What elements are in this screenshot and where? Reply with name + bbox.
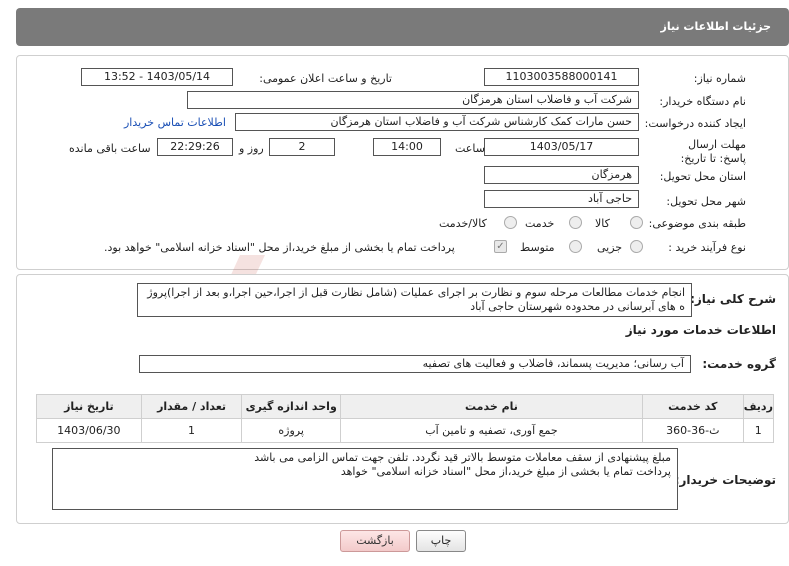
treasury-text: پرداخت تمام یا بخشی از مبلغ خرید،از محل … xyxy=(104,241,455,254)
deadline-date-field[interactable]: 1403/05/17 xyxy=(484,138,639,156)
category-option-goods-service: کالا/خدمت xyxy=(439,217,487,230)
table-row: 1 ث-36-360 جمع آوری، تصفیه و تامین آب پر… xyxy=(36,418,775,443)
city-field[interactable]: حاجی آباد xyxy=(484,190,639,208)
deadline-time-field[interactable]: 14:00 xyxy=(373,138,441,156)
cell-unit: پروژه xyxy=(241,418,341,443)
process-option-medium: متوسط xyxy=(520,241,555,254)
announce-label: تاریخ و ساعت اعلان عمومی: xyxy=(259,72,392,85)
announce-field[interactable]: 1403/05/14 - 13:52 xyxy=(81,68,233,86)
buyer-org-label: نام دستگاه خریدار: xyxy=(659,95,746,108)
remaining-label: ساعت باقی مانده xyxy=(69,142,151,155)
buyer-notes-label: توضیحات خریدار: xyxy=(674,473,776,487)
buyer-notes-line-2: پرداخت تمام یا بخشی از مبلغ خرید،از محل … xyxy=(340,465,671,478)
need-description-panel: شرح کلی نیاز: انجام خدمات مطالعات مرحله … xyxy=(16,274,789,524)
cell-need-date: 1403/06/30 xyxy=(36,418,142,443)
time-label: ساعت xyxy=(455,142,485,155)
treasury-checkbox[interactable]: ✓ xyxy=(494,240,507,253)
buyer-notes-line-1: مبلغ پیشنهادی از سقف معاملات متوسط بالات… xyxy=(254,451,671,464)
process-option-minor: جزیی xyxy=(597,241,623,254)
cell-row: 1 xyxy=(742,418,775,443)
print-button[interactable]: چاپ xyxy=(416,530,466,552)
process-radio-minor[interactable] xyxy=(630,240,643,253)
deadline-label: مهلت ارسال پاسخ: تا تاریخ: xyxy=(680,138,746,165)
category-radio-goods-service[interactable] xyxy=(504,216,517,229)
need-number-field[interactable]: 1103003588000141 xyxy=(484,68,639,86)
col-need-date: تاریخ نیاز xyxy=(36,394,142,419)
need-info-panel: شماره نیاز: 1103003588000141 تاریخ و ساع… xyxy=(16,55,789,270)
col-service-code: کد خدمت xyxy=(641,394,744,419)
province-label: استان محل تحویل: xyxy=(659,170,746,183)
need-number-label: شماره نیاز: xyxy=(693,72,746,85)
service-group-label: گروه خدمت: xyxy=(702,357,776,371)
days-field[interactable]: 2 xyxy=(269,138,335,156)
buyer-notes-textarea[interactable]: مبلغ پیشنهادی از سقف معاملات متوسط بالات… xyxy=(52,448,678,510)
back-button[interactable]: بازگشت xyxy=(340,530,410,552)
summary-textarea[interactable]: انجام خدمات مطالعات مرحله سوم و نظارت بر… xyxy=(137,283,692,317)
remaining-time-field[interactable]: 22:29:26 xyxy=(157,138,233,156)
page-header: جزئیات اطلاعات نیاز xyxy=(16,8,789,46)
cell-service-name: جمع آوری، تصفیه و تامین آب xyxy=(340,418,643,443)
summary-text: انجام خدمات مطالعات مرحله سوم و نظارت بر… xyxy=(147,286,685,313)
days-label: روز و xyxy=(239,142,264,155)
category-radio-goods[interactable] xyxy=(630,216,643,229)
creator-field[interactable]: حسن مارات کمک کارشناس شرکت آب و فاضلاب ا… xyxy=(235,113,639,131)
category-option-service: خدمت xyxy=(525,217,555,230)
col-quantity: تعداد / مقدار xyxy=(140,394,243,419)
category-label: طبقه بندی موضوعی: xyxy=(648,217,746,230)
province-field[interactable]: هرمزگان xyxy=(484,166,639,184)
process-radio-medium[interactable] xyxy=(569,240,582,253)
creator-label: ایجاد کننده درخواست: xyxy=(644,117,746,130)
services-table: ردیف کد خدمت نام خدمت واحد اندازه گیری ت… xyxy=(36,394,775,443)
contact-info-link[interactable]: اطلاعات تماس خریدار xyxy=(124,116,226,129)
service-group-field[interactable]: آب رسانی؛ مدیریت پسماند، فاضلاب و فعالیت… xyxy=(139,355,691,373)
col-unit: واحد اندازه گیری xyxy=(241,394,341,419)
table-header-row: ردیف کد خدمت نام خدمت واحد اندازه گیری ت… xyxy=(36,394,775,419)
col-service-name: نام خدمت xyxy=(340,394,643,419)
category-radio-service[interactable] xyxy=(569,216,582,229)
services-title: اطلاعات خدمات مورد نیاز xyxy=(625,323,776,337)
cell-quantity: 1 xyxy=(140,418,243,443)
summary-label: شرح کلی نیاز: xyxy=(690,292,776,306)
page-title: جزئیات اطلاعات نیاز xyxy=(660,20,772,33)
process-label: نوع فرآیند خرید : xyxy=(668,241,746,254)
col-row: ردیف xyxy=(742,394,775,419)
buyer-org-field[interactable]: شرکت آب و فاضلاب استان هرمزگان xyxy=(187,91,639,109)
category-option-goods: کالا xyxy=(595,217,610,230)
city-label: شهر محل تحویل: xyxy=(666,195,746,208)
cell-service-code: ث-36-360 xyxy=(641,418,744,443)
